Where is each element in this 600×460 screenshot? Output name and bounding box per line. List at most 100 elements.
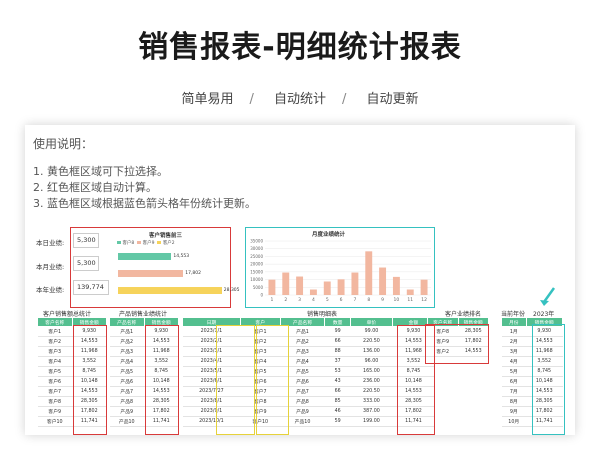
monthly-bar xyxy=(282,272,290,295)
table-cell: 333.00 xyxy=(350,396,393,407)
table-cell: 9月 xyxy=(501,406,526,417)
table-cell: 59 xyxy=(324,416,351,427)
y-tick-label: 35000 xyxy=(250,239,263,244)
table-cell: 客户8 xyxy=(37,396,72,407)
y-tick-label: 0 xyxy=(260,293,263,298)
y-tick-label: 5000 xyxy=(253,285,264,290)
table-cell: 产品10 xyxy=(109,416,144,427)
monthly-bar xyxy=(337,279,345,295)
instruction-line-2: 2. 红色框区域自动计算。 xyxy=(33,181,157,194)
col-header: 数量 xyxy=(324,317,351,327)
table-cell: 产品1 xyxy=(109,326,144,337)
table-cell: 10月 xyxy=(501,416,526,427)
x-tick-label: 9 xyxy=(381,297,384,303)
table-cell: 4月 xyxy=(501,356,526,367)
y-tick-label: 30000 xyxy=(250,246,263,251)
product-amount-highlight xyxy=(145,325,179,435)
legend-swatch xyxy=(137,241,142,244)
table-cell: 产品3 xyxy=(109,346,144,357)
table-cell: 客户9 xyxy=(37,406,72,417)
table-cell: 99 xyxy=(324,326,351,337)
monthly-value: 5,300 xyxy=(73,256,99,271)
table-cell: 37 xyxy=(324,356,351,367)
monthly-bar xyxy=(268,279,276,295)
customer-amount-highlight xyxy=(73,325,107,435)
y-tick-label: 25000 xyxy=(250,254,263,259)
table-cell: 220.50 xyxy=(350,336,393,347)
daily-label: 本日业绩: xyxy=(36,239,65,247)
table-cell: 99.00 xyxy=(350,326,393,337)
x-tick-label: 11 xyxy=(407,297,413,303)
legend-swatch xyxy=(117,241,121,244)
top3-bar-label: 28,305 xyxy=(223,288,240,293)
monthly-bar xyxy=(406,289,414,295)
table-cell: 6月 xyxy=(501,376,526,387)
subnav-item-easy: 简单易用 xyxy=(181,92,234,107)
feature-subnav: 简单易用 / 自动统计 / 自动更新 xyxy=(0,88,600,107)
y-tick-label: 20000 xyxy=(250,262,263,267)
table-cell: 236.00 xyxy=(350,376,393,387)
monthly-bar xyxy=(365,251,373,295)
table-cell: 客户5 xyxy=(37,366,72,377)
monthly-bar xyxy=(309,289,317,295)
table-cell: 220.50 xyxy=(350,386,393,397)
col-header: 月份 xyxy=(501,317,527,327)
monthly-bar xyxy=(296,276,304,295)
table-cell: 5月 xyxy=(501,366,526,377)
table-cell: 387.00 xyxy=(350,406,393,417)
x-tick-label: 12 xyxy=(421,297,427,303)
x-tick-label: 7 xyxy=(353,297,356,303)
product-select-highlight xyxy=(256,325,289,435)
legend-entry: 客户9 xyxy=(142,241,155,246)
table-cell: 客户6 xyxy=(37,376,72,387)
instructions-title: 使用说明： xyxy=(33,137,94,151)
table-cell: 产品2 xyxy=(109,336,144,347)
table-cell: 3月 xyxy=(501,346,526,357)
y-tick-label: 10000 xyxy=(250,277,263,282)
x-tick-label: 6 xyxy=(340,297,343,303)
customer-select-highlight xyxy=(216,325,255,435)
subnav-item-auto-update: 自动更新 xyxy=(366,92,419,107)
top3-bar xyxy=(118,253,172,260)
x-tick-label: 3 xyxy=(298,297,301,303)
table-cell: 产品9 xyxy=(109,406,144,417)
rank-highlight xyxy=(425,324,489,364)
monthly-label: 本月业绩: xyxy=(36,263,65,271)
monthly-bar xyxy=(379,267,387,295)
spreadsheet-preview: 使用说明： 1. 黄色框区域可下拉选择。 2. 红色框区域自动计算。 3. 蓝色… xyxy=(25,125,575,435)
col-header: 产品名称 xyxy=(109,317,145,327)
legend-entry: 客户2 xyxy=(162,241,175,246)
monthly-bar xyxy=(351,272,359,295)
col-header: 客户名称 xyxy=(37,317,73,327)
table-cell: 53 xyxy=(324,366,351,377)
table-cell: 客户10 xyxy=(37,416,72,427)
top3-bar xyxy=(118,287,222,294)
table-cell: 产品7 xyxy=(109,386,144,397)
table-cell: 88 xyxy=(324,346,351,357)
instruction-line-3: 3. 蓝色框区域根据蓝色箭头格年份统计更新。 xyxy=(33,197,256,210)
blue-arrow-icon xyxy=(540,287,556,306)
subnav-sep: / xyxy=(342,92,347,107)
x-tick-label: 1 xyxy=(270,297,273,303)
table-cell: 产品8 xyxy=(109,396,144,407)
year-amount-highlight xyxy=(532,324,565,435)
table-cell: 43 xyxy=(324,376,351,387)
monthly-bar xyxy=(323,281,331,295)
table-cell: 产品4 xyxy=(109,356,144,367)
table-cell: 客户3 xyxy=(37,346,72,357)
top3-chart-title: 客户销售前三 xyxy=(149,233,183,239)
table-cell: 2月 xyxy=(501,336,526,347)
x-tick-label: 4 xyxy=(312,297,315,303)
table-cell: 产品6 xyxy=(109,376,144,387)
top3-bar xyxy=(118,270,184,277)
legend-swatch xyxy=(157,241,162,244)
table-cell: 客户4 xyxy=(37,356,72,367)
table-cell: 96.00 xyxy=(350,356,393,367)
monthly-bar xyxy=(392,276,400,295)
x-tick-label: 2 xyxy=(284,297,287,303)
top3-bar-label: 14,553 xyxy=(173,254,190,259)
table-cell: 136.00 xyxy=(350,346,393,357)
table-cell: 66 xyxy=(324,386,351,397)
x-tick-label: 10 xyxy=(394,297,400,303)
table-cell: 客户7 xyxy=(37,386,72,397)
